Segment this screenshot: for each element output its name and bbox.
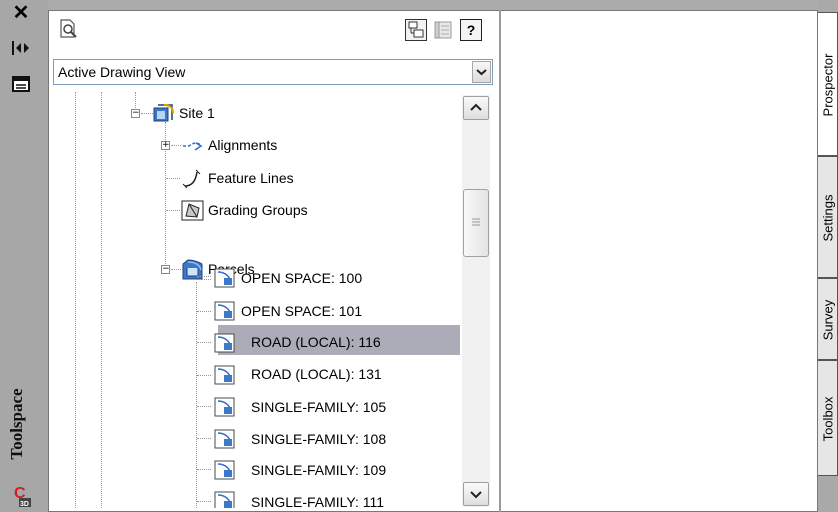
- alignment-icon: [181, 136, 205, 161]
- grading-group-icon: [181, 200, 205, 227]
- tree-node-feature-lines[interactable]: Feature Lines: [208, 168, 294, 188]
- properties-icon[interactable]: [12, 76, 30, 92]
- list-view-toggle-icon[interactable]: [405, 19, 427, 41]
- tree-node-parcel-item[interactable]: ROAD (LOCAL): 131: [251, 364, 382, 384]
- list-view-icon[interactable]: [432, 19, 454, 41]
- parcel-icon: [213, 490, 237, 508]
- collapse-site-toggle[interactable]: −: [131, 109, 140, 118]
- tree-node-parcel-item-selected[interactable]: ROAD (LOCAL): 116: [251, 332, 381, 352]
- svg-text:3D: 3D: [20, 501, 29, 507]
- tree-node-parcel-item[interactable]: SINGLE-FAMILY: 105: [251, 397, 386, 417]
- tree-node-parcel-item[interactable]: SINGLE-FAMILY: 108: [251, 429, 386, 449]
- tab-prospector[interactable]: Prospector: [818, 12, 838, 156]
- item-view-pane: [501, 11, 817, 511]
- tree-node-site[interactable]: Site 1: [179, 103, 215, 123]
- parcel-icon: [213, 332, 237, 359]
- close-icon[interactable]: ✕: [10, 2, 32, 24]
- tree-scrollbar[interactable]: [462, 95, 490, 507]
- tree-node-parcel-item[interactable]: SINGLE-FAMILY: 109: [251, 460, 386, 480]
- parcel-icon: [213, 267, 237, 294]
- tab-toolbox[interactable]: Toolbox: [818, 360, 838, 476]
- parcel-icon: [213, 459, 237, 486]
- item-view-icon[interactable]: [57, 18, 79, 40]
- scroll-down-icon[interactable]: [463, 482, 489, 506]
- parcel-icon: [213, 364, 237, 391]
- collapse-parcels-toggle[interactable]: −: [161, 265, 170, 274]
- tree-node-parcel-item[interactable]: OPEN SPACE: 100: [241, 268, 362, 288]
- tree-node-alignments[interactable]: Alignments: [208, 135, 277, 155]
- tree-node-parcel-item[interactable]: OPEN SPACE: 101: [241, 301, 362, 321]
- tab-survey[interactable]: Survey: [818, 278, 838, 360]
- scrollbar-thumb[interactable]: [463, 189, 489, 257]
- parcel-icon: [213, 396, 237, 423]
- chevron-down-icon[interactable]: [472, 61, 491, 83]
- parcel-icon: [213, 428, 237, 455]
- tree-node-parcel-item[interactable]: SINGLE-FAMILY: 111: [251, 492, 384, 508]
- tab-settings[interactable]: Settings: [818, 156, 838, 278]
- tree-node-grading-groups[interactable]: Grading Groups: [208, 200, 308, 220]
- toolspace-label: Toolspace: [7, 388, 26, 460]
- site-icon: [153, 103, 175, 128]
- auto-hide-icon[interactable]: [10, 38, 32, 58]
- parcel-icon: [213, 300, 237, 327]
- prospector-tree: − Site 1 + Alignments Feature Lines Grad…: [53, 92, 460, 508]
- expand-alignments-toggle[interactable]: +: [161, 141, 170, 150]
- help-button[interactable]: ?: [460, 19, 482, 41]
- civil3d-logo-icon: C 3D: [13, 483, 33, 508]
- scroll-up-icon[interactable]: [463, 96, 489, 120]
- feature-line-icon: [181, 168, 205, 195]
- parcels-icon: [181, 258, 205, 285]
- view-dropdown-value: Active Drawing View: [58, 64, 186, 80]
